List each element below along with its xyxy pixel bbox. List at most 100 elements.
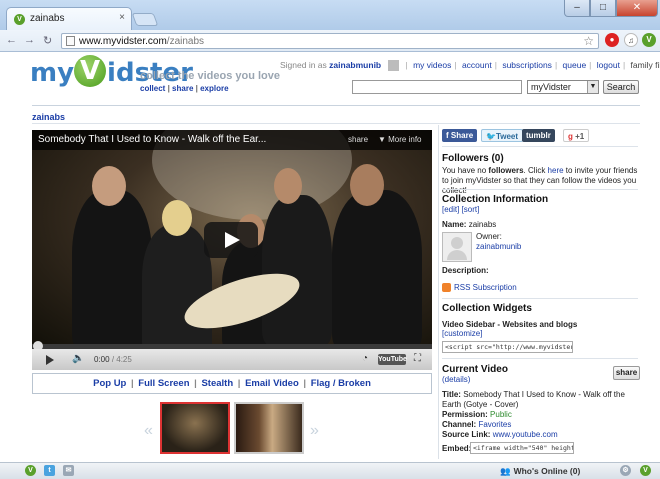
music-extension-icon[interactable]: ♫ [624, 33, 638, 47]
video-thumbnail-1[interactable] [160, 402, 230, 454]
subscriptions-link[interactable]: subscriptions [502, 60, 552, 70]
close-window-button[interactable]: ✕ [616, 0, 658, 17]
description-label: Description: [442, 266, 489, 275]
volume-icon[interactable]: 🔈 [72, 353, 84, 364]
maximize-button[interactable]: □ [590, 0, 616, 17]
user-avatar-icon[interactable] [387, 60, 399, 72]
tweet-button[interactable]: 🐦Tweet [481, 129, 524, 142]
forward-icon[interactable]: → [24, 34, 35, 46]
collect-link[interactable]: collect [140, 84, 165, 93]
facebook-share-button[interactable]: f Share [442, 129, 478, 142]
collection-breadcrumb[interactable]: zainabs [32, 112, 65, 122]
edit-link[interactable]: [edit] [442, 205, 459, 214]
myvidster-bar-icon[interactable]: V [25, 465, 36, 476]
address-bar[interactable]: www.myvidster.com/zainabs ☆ [61, 33, 599, 49]
collection-name: Name: zainabs [442, 220, 497, 229]
twitter-bar-icon[interactable]: t [44, 465, 55, 476]
new-tab-button[interactable] [131, 13, 159, 26]
logout-link[interactable]: logout [597, 60, 620, 70]
play-overlay-button[interactable] [204, 222, 258, 258]
collection-edit-links: [edit] [sort] [442, 205, 638, 215]
video-thumbnail-2[interactable] [234, 402, 304, 454]
video-more-info-button[interactable]: ▼ More info [378, 135, 422, 144]
family-filter-label: family filter: [630, 60, 660, 70]
owner-avatar[interactable] [442, 232, 472, 262]
rss-icon [442, 283, 451, 293]
details-link: (details) [442, 375, 471, 384]
owner-link: zainabmunib [476, 242, 522, 251]
fullscreen-icon[interactable]: ⛶ [414, 353, 421, 364]
window-controls: – □ ✕ [564, 0, 658, 18]
video-player[interactable]: Somebody That I Used to Know - Walk off … [32, 130, 432, 370]
browser-tab[interactable]: V zainabs × [6, 7, 132, 30]
popup-link[interactable]: Pop Up [93, 378, 126, 389]
explore-link[interactable]: explore [200, 84, 228, 93]
source-link[interactable]: www.youtube.com [493, 430, 558, 439]
chevron-down-icon: ▼ [587, 81, 598, 93]
my-videos-link[interactable]: my videos [413, 60, 451, 70]
video-title[interactable]: Somebody That I Used to Know - Walk off … [38, 134, 266, 145]
youtube-logo[interactable]: YouTube [378, 354, 407, 365]
address-url: www.myvidster.com/zainabs [79, 36, 205, 47]
sidebar-divider [442, 189, 638, 190]
customize-link: [customize] [442, 329, 483, 338]
search-scope-select[interactable]: myVidster ▼ [527, 80, 599, 94]
sidebar-divider [442, 298, 638, 299]
share-link[interactable]: share [172, 84, 193, 93]
whos-online-button[interactable]: 👥 Who's Online (0) [500, 466, 580, 477]
sort-link[interactable]: [sort] [462, 205, 480, 214]
account-link[interactable]: account [462, 60, 492, 70]
channel-link[interactable]: Favorites [478, 420, 511, 429]
followers-heading: Followers (0) [442, 153, 504, 164]
adblock-extension-icon[interactable]: ● [605, 33, 619, 47]
people-icon: 👥 [500, 466, 511, 476]
browser-toolbar: ← → ↻ www.myvidster.com/zainabs ☆ [0, 30, 660, 52]
bookmark-star-icon[interactable]: ☆ [583, 34, 594, 48]
gplus-button[interactable]: g +1 [563, 129, 590, 142]
email-video-link[interactable]: Email Video [245, 378, 299, 389]
header-divider [32, 105, 640, 106]
thumbs-prev-arrow[interactable]: « [144, 422, 153, 440]
username-link[interactable]: zainabmunib [329, 60, 381, 70]
source-row: Source Link: www.youtube.com [442, 430, 558, 439]
time-display: 0:00 / 4:25 [94, 355, 132, 364]
collection-info-heading: Collection Information [442, 194, 549, 205]
breadcrumb-divider [32, 123, 640, 124]
widgets-heading: Collection Widgets [442, 303, 532, 314]
queue-link[interactable]: queue [563, 60, 587, 70]
myvidster-bar-end-icon[interactable]: V [640, 465, 651, 476]
current-video-heading: Current Video [442, 364, 508, 375]
search-scope-value: myVidster [531, 82, 571, 92]
search-button[interactable]: Search [603, 80, 639, 94]
video-share-button[interactable]: share [348, 135, 368, 144]
tab-close-icon[interactable]: × [119, 12, 125, 23]
flag-broken-link[interactable]: Flag / Broken [311, 378, 371, 389]
permission-row: Permission: Public [442, 410, 512, 419]
back-icon[interactable]: ← [6, 34, 17, 46]
rss-subscription[interactable]: RSS Subscription [442, 283, 638, 293]
play-icon[interactable] [46, 355, 54, 365]
sidebar-divider [442, 358, 638, 359]
site-search-input[interactable] [352, 80, 522, 94]
fullscreen-link[interactable]: Full Screen [138, 378, 189, 389]
quality-icon[interactable]: ◔ [362, 353, 368, 364]
stealth-link[interactable]: Stealth [201, 378, 233, 389]
embed-code-field[interactable]: <iframe width="540" height="385" [470, 442, 574, 454]
settings-bar-icon[interactable]: ⚙ [620, 465, 631, 476]
widget-code-field[interactable]: <script src="http://www.myvidster.com/w/… [442, 341, 573, 353]
video-options-bar: Pop Up | Full Screen | Stealth | Email V… [32, 373, 432, 394]
invite-here-link[interactable]: here [548, 166, 564, 175]
current-video-share-button[interactable]: share [613, 366, 640, 380]
browser-titlebar: V zainabs × – □ ✕ [0, 0, 660, 30]
chat-bar-icon[interactable]: ✉ [63, 465, 74, 476]
page-icon [66, 36, 75, 46]
tumblr-button[interactable]: tumblr [522, 129, 555, 142]
facebook-icon: f [446, 131, 449, 140]
user-bar: Signed in as zainabmunib | my videos | ac… [280, 60, 660, 72]
myvidster-extension-icon[interactable]: V [642, 33, 656, 47]
video-title-bar: Somebody That I Used to Know - Walk off … [32, 130, 432, 150]
minimize-button[interactable]: – [564, 0, 590, 17]
reload-icon[interactable]: ↻ [43, 34, 52, 47]
tagline: collect the videos you love [140, 70, 280, 82]
thumbs-next-arrow[interactable]: » [310, 422, 319, 440]
